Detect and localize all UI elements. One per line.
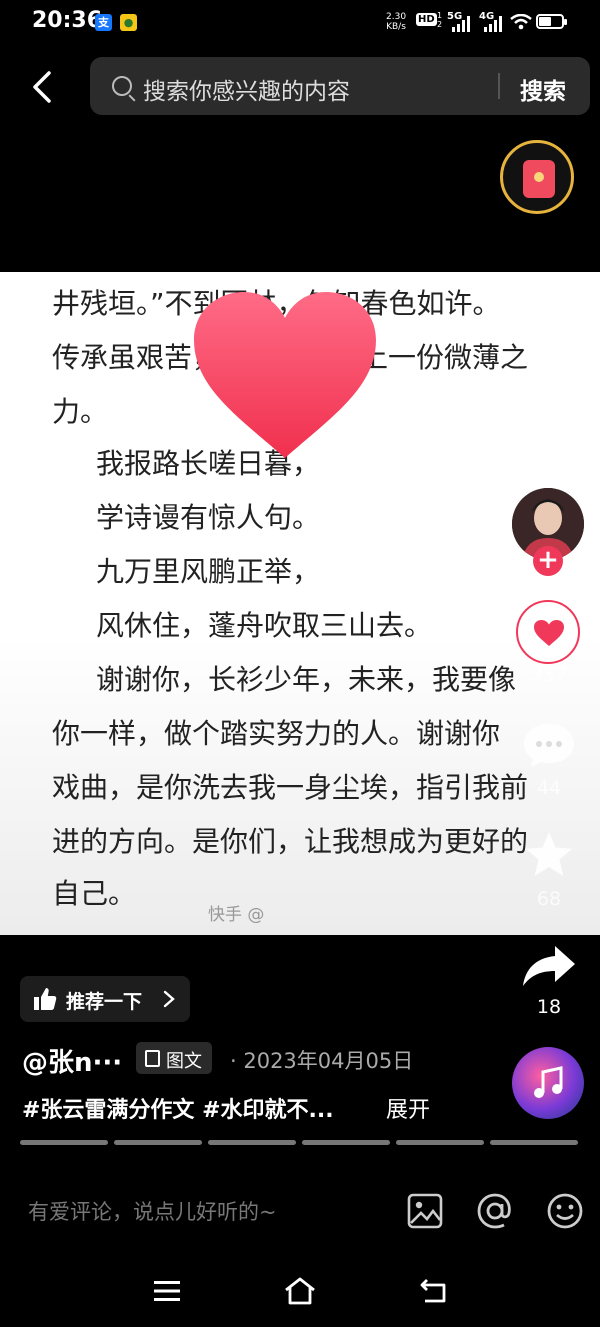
red-envelope-icon: [523, 160, 555, 198]
music-disc[interactable]: [512, 1047, 584, 1119]
image-progress-segment: [20, 1140, 108, 1145]
text-line: 戏曲，是你洗去我一身尘埃，指引我前: [52, 771, 529, 804]
text-line: 自己。: [52, 877, 137, 910]
image-text-icon: [145, 1050, 160, 1067]
sim1-signal-icon: [452, 14, 470, 32]
text-line: 你一样，做个踏实努力的人。谢谢你: [52, 717, 501, 750]
search-icon: [112, 76, 132, 96]
image-progress-segment: [114, 1140, 202, 1145]
image-progress-segment: [208, 1140, 296, 1145]
text-line: 力。: [52, 395, 109, 428]
search-input[interactable]: 搜索你感兴趣的内容: [143, 72, 350, 106]
post-hashtags[interactable]: #张云雷满分作文 #水印就不...: [22, 1092, 334, 1124]
post-date: · 2023年04月05日: [230, 1049, 414, 1073]
share-arrow-icon[interactable]: [521, 944, 577, 988]
home-icon[interactable]: [283, 1276, 317, 1306]
text-line: 学诗谩有惊人句。: [96, 501, 321, 534]
follow-button[interactable]: +: [533, 546, 563, 576]
text-line: 进的方向。是你们，让我想成为更好的: [52, 825, 529, 858]
image-progress-segment: [490, 1140, 578, 1145]
like-count: 357: [530, 664, 568, 686]
thumbs-up-icon: [34, 988, 57, 1010]
net-speed-unit: KB/s: [386, 22, 406, 32]
like-button[interactable]: [516, 600, 580, 664]
net-speed-value: 2.30: [386, 12, 407, 22]
back-nav-icon[interactable]: [419, 1278, 449, 1304]
music-note-icon: [534, 1066, 563, 1098]
red-packet-button[interactable]: [500, 140, 574, 214]
search-button[interactable]: 搜索: [520, 72, 566, 106]
recommend-label: 推荐一下: [66, 991, 143, 1013]
hd-voice-icon: HD: [416, 13, 437, 26]
text-line: 九万里风鹏正举，: [96, 555, 321, 588]
emoji-icon[interactable]: [546, 1192, 584, 1230]
chevron-right-icon: [163, 990, 175, 1008]
comment-icon[interactable]: [520, 720, 578, 770]
share-count: 18: [536, 996, 562, 1018]
image-progress-segment: [302, 1140, 390, 1145]
back-chevron-icon[interactable]: [30, 70, 54, 104]
like-heart-animation-icon: [194, 292, 376, 458]
image-picker-icon[interactable]: [407, 1193, 443, 1229]
author-name[interactable]: @张n···: [22, 1042, 122, 1079]
comment-input[interactable]: 有爱评论，说点儿好听的~: [28, 1196, 277, 1226]
image-progress-segment: [396, 1140, 484, 1145]
like-heart-icon: [534, 620, 564, 646]
watermark: 快手 @: [208, 905, 265, 925]
mention-at-icon[interactable]: [476, 1192, 514, 1230]
alipay-icon: 支: [95, 14, 112, 31]
expand-button[interactable]: 展开: [386, 1092, 430, 1124]
hd-sub-label: 1 2: [437, 11, 443, 29]
text-line: 风休住，蓬舟吹取三山去。: [96, 609, 433, 642]
post-type-label: 图文: [166, 1051, 202, 1072]
collect-star-icon[interactable]: [523, 830, 575, 880]
battery-icon: [536, 14, 567, 29]
sim2-signal-icon: [484, 14, 502, 32]
text-line: 谢谢你，长衫少年，未来，我要像: [96, 663, 517, 696]
net-speed: 2.30 KB/s: [386, 12, 406, 32]
notification-app-icon: ●: [120, 14, 137, 31]
menu-icon[interactable]: [153, 1279, 181, 1303]
search-divider: [498, 73, 500, 99]
wifi-icon: [510, 14, 532, 30]
collect-count: 68: [536, 888, 562, 910]
status-time: 20:36: [32, 8, 103, 33]
comment-count: 44: [536, 777, 562, 799]
